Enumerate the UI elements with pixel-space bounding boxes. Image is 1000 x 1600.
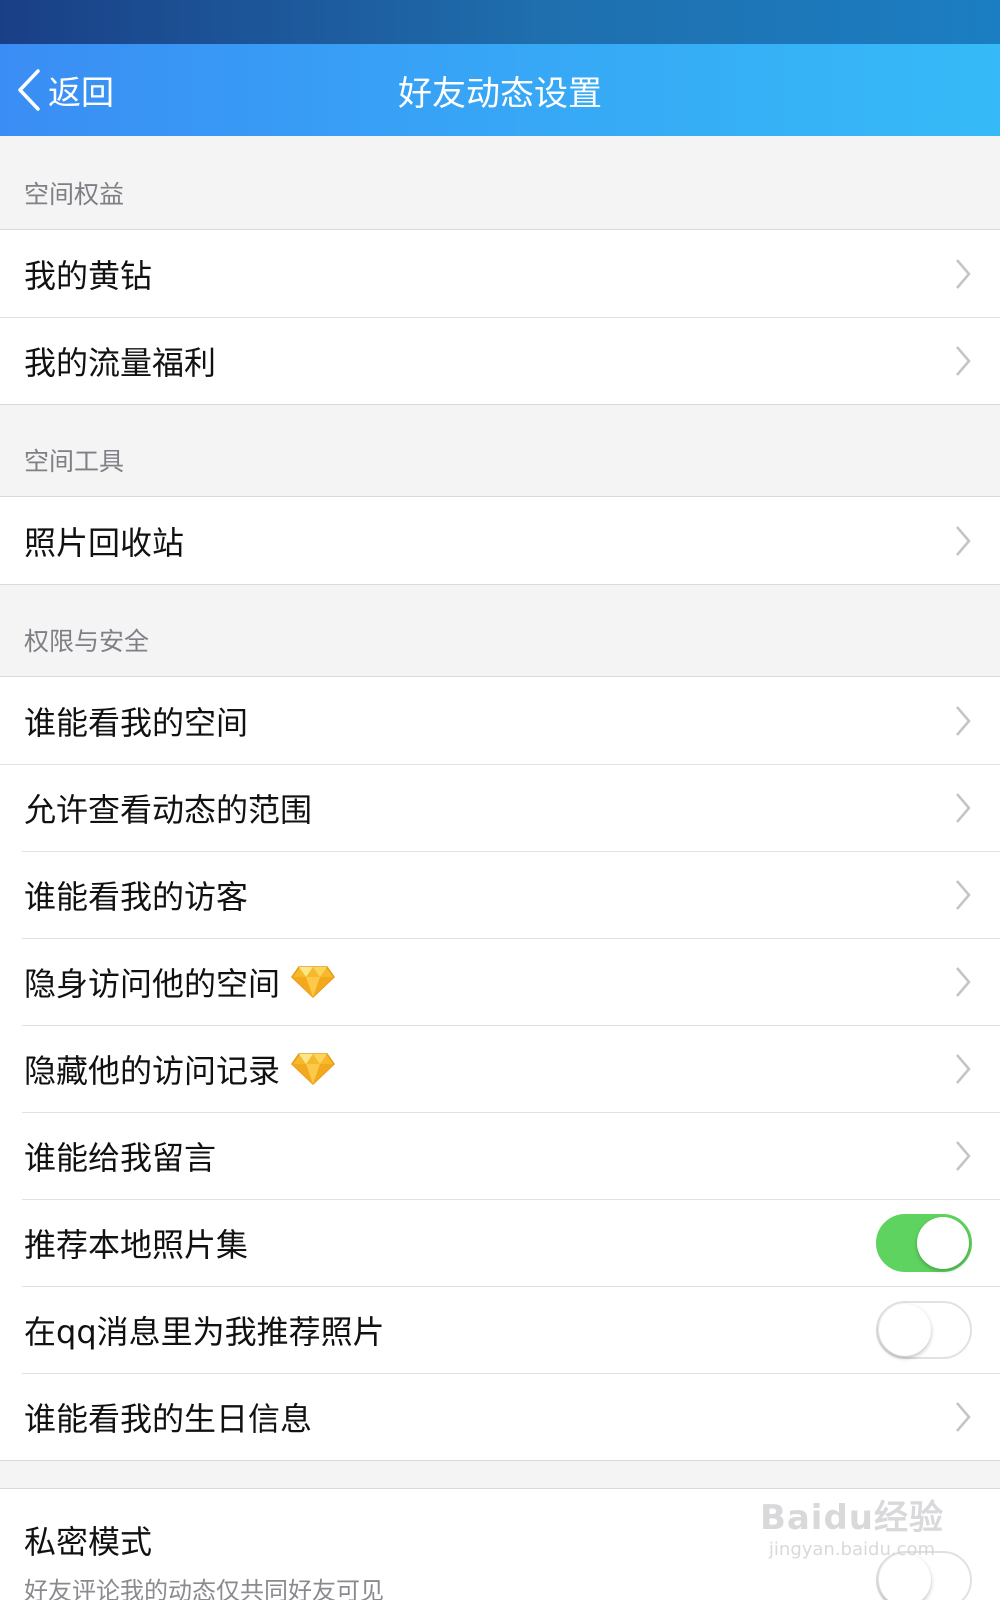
chevron-right-icon [956, 879, 971, 910]
yellow-diamond-icon [291, 1052, 335, 1085]
chevron-right-icon [956, 345, 971, 376]
yellow-diamond-icon [291, 965, 335, 998]
chevron-right-icon [956, 966, 971, 997]
section-header-security: 权限与安全 [0, 585, 1000, 677]
row-who-can-see-visitors[interactable]: 谁能看我的访客 [0, 851, 1000, 938]
group-security: 谁能看我的空间 允许查看动态的范围 谁能看我的访客 隐身访问他的空间 隐藏他的访… [0, 677, 1000, 1461]
private-mode-title: 私密模式 [24, 1523, 153, 1561]
row-hide-visit-record[interactable]: 隐藏他的访问记录 [0, 1025, 1000, 1112]
row-invisible-visit[interactable]: 隐身访问他的空间 [0, 938, 1000, 1025]
baidu-jingyan-watermark: Baidu经验 jingyan.baidu.com [760, 1490, 944, 1560]
row-label: 隐身访问他的空间 [24, 964, 281, 1003]
row-label: 照片回收站 [24, 523, 185, 562]
row-label: 谁能看我的生日信息 [24, 1399, 313, 1438]
row-label: 推荐本地照片集 [24, 1225, 249, 1264]
row-photo-recycle-bin[interactable]: 照片回收站 [0, 497, 1000, 584]
chevron-right-icon [956, 705, 971, 736]
private-mode-description: 好友评论我的动态仅共同好友可见 [24, 1577, 384, 1600]
row-who-can-see-birthday[interactable]: 谁能看我的生日信息 [0, 1373, 1000, 1460]
row-label: 隐藏他的访问记录 [24, 1051, 281, 1090]
row-label: 在qq消息里为我推荐照片 [24, 1312, 385, 1351]
group-benefits: 我的黄钻 我的流量福利 [0, 230, 1000, 405]
chevron-right-icon [956, 525, 971, 556]
row-label: 谁能看我的访客 [24, 877, 249, 916]
section-header-benefits: 空间权益 [0, 136, 1000, 230]
row-who-can-leave-message[interactable]: 谁能给我留言 [0, 1112, 1000, 1199]
row-data-benefits[interactable]: 我的流量福利 [0, 317, 1000, 404]
row-feed-visibility-range[interactable]: 允许查看动态的范围 [0, 764, 1000, 851]
toggle-knob [879, 1554, 931, 1600]
navigation-bar: 返回 好友动态设置 [0, 44, 1000, 136]
row-label: 我的流量福利 [24, 343, 217, 382]
toggle-knob [879, 1303, 931, 1356]
chevron-right-icon [956, 1140, 971, 1171]
page-title: 好友动态设置 [398, 73, 602, 114]
row-label: 谁能给我留言 [24, 1138, 217, 1177]
watermark-url: jingyan.baidu.com [768, 1539, 936, 1560]
row-recommend-local-albums: 推荐本地照片集 [0, 1199, 1000, 1286]
chevron-right-icon [956, 258, 971, 289]
qq-recommend-toggle[interactable] [876, 1300, 972, 1359]
row-who-can-see-space[interactable]: 谁能看我的空间 [0, 677, 1000, 764]
row-label: 我的黄钻 [24, 256, 153, 295]
watermark-logo: Baidu经验 [759, 1498, 944, 1538]
section-spacer [0, 1461, 1000, 1489]
row-qq-message-recommend: 在qq消息里为我推荐照片 [0, 1286, 1000, 1373]
status-bar [0, 0, 1000, 44]
row-yellow-diamond[interactable]: 我的黄钻 [0, 230, 1000, 317]
row-label: 谁能看我的空间 [24, 703, 249, 742]
recommend-albums-toggle[interactable] [876, 1213, 972, 1272]
toggle-knob [917, 1216, 969, 1269]
group-tools: 照片回收站 [0, 497, 1000, 585]
chevron-right-icon [956, 1053, 971, 1084]
chevron-right-icon [956, 1401, 971, 1432]
chevron-right-icon [956, 792, 971, 823]
section-header-tools: 空间工具 [0, 405, 1000, 497]
row-label: 允许查看动态的范围 [24, 790, 313, 829]
